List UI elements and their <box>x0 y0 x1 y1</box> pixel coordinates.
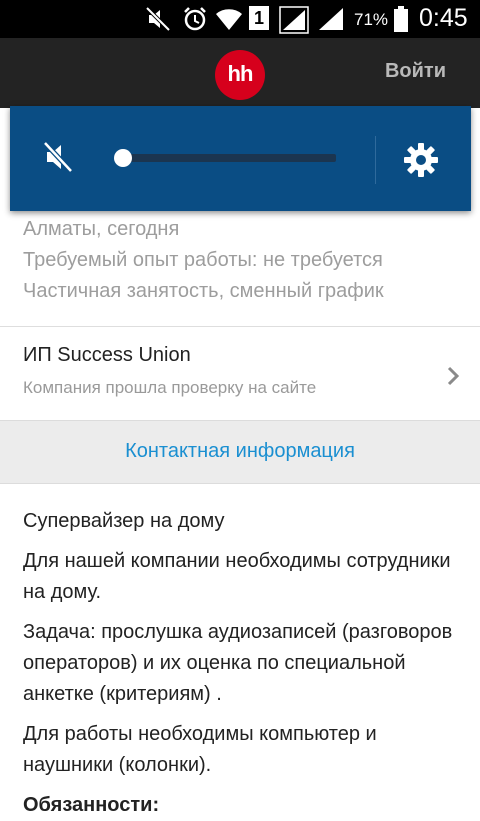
responsibilities-heading: Обязанности: <box>23 794 160 816</box>
hh-logo[interactable]: hh <box>215 50 265 100</box>
slider-track <box>122 154 336 162</box>
location-date: Алматы, сегодня <box>23 218 180 240</box>
sim-icon: 1 <box>249 6 269 30</box>
description-paragraph: Супервайзер на дому <box>23 510 225 532</box>
panel-divider <box>375 136 376 184</box>
gear-icon[interactable] <box>403 142 439 178</box>
contact-info-label: Контактная информация <box>125 440 355 462</box>
employment-schedule: Частичная занятость, сменный график <box>23 280 384 302</box>
chevron-right-icon <box>447 366 460 386</box>
logo-text: hh <box>227 61 254 86</box>
description-paragraph: Задача: прослушка аудиозаписей (разговор… <box>23 621 453 705</box>
login-button[interactable]: Войти <box>385 60 446 83</box>
sim-slot-number: 1 <box>253 8 264 28</box>
mute-icon <box>145 6 171 32</box>
app-bar: hh Войти <box>0 38 480 108</box>
company-verified-status: Компания прошла проверку на сайте <box>23 378 317 397</box>
description-paragraph: Для работы необходимы компьютер и наушни… <box>23 723 377 776</box>
volume-panel <box>10 106 471 211</box>
vacancy-details: Алматы, сегодня Требуемый опыт работы: н… <box>23 214 384 307</box>
volume-slider[interactable] <box>114 146 336 170</box>
clock: 0:45 <box>419 4 468 32</box>
experience-required: Требуемый опыт работы: не требуется <box>23 249 383 271</box>
company-name: ИП Success Union <box>23 344 191 366</box>
contact-info-button[interactable]: Контактная информация <box>0 420 480 484</box>
alarm-clock-icon <box>184 7 206 31</box>
slider-thumb[interactable] <box>114 149 132 167</box>
status-bar: 1 71% 0:45 <box>0 0 480 38</box>
battery-percent: 71% <box>354 10 389 29</box>
wifi-icon <box>216 9 242 30</box>
signal-icon <box>279 6 309 34</box>
vacancy-description: Супервайзер на дому Для нашей компании н… <box>23 506 463 821</box>
company-row[interactable]: ИП Success Union Компания прошла проверк… <box>0 327 480 420</box>
signal-icon <box>319 8 343 30</box>
battery-icon <box>394 6 408 32</box>
description-paragraph: Для нашей компании необходимы сотрудники… <box>23 550 451 603</box>
speaker-muted-icon[interactable] <box>43 141 73 173</box>
